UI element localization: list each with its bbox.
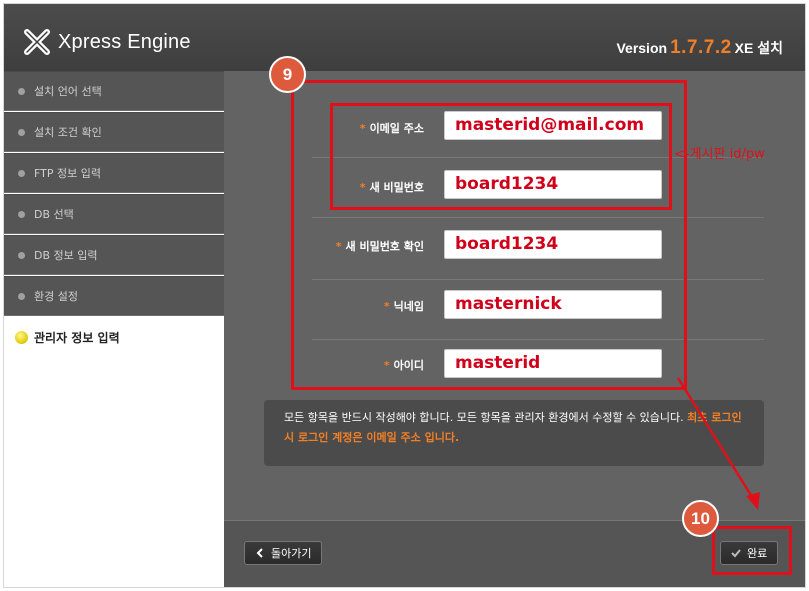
sidebar-item-settings[interactable]: 환경 설정	[4, 276, 224, 316]
step-sidebar: 설치 언어 선택 설치 조건 확인 FTP 정보 입력 DB 선택 DB 정보 …	[4, 71, 224, 357]
sidebar-item-label: 환경 설정	[34, 290, 78, 303]
sidebar-item-label: DB 선택	[34, 208, 74, 221]
back-button-label: 돌아가기	[271, 547, 312, 560]
sidebar-item-label: DB 정보 입력	[34, 249, 98, 262]
version-number: 1.7.7.2	[670, 37, 732, 58]
sidebar-item-db-info[interactable]: DB 정보 입력	[4, 235, 224, 275]
chevron-left-icon	[256, 548, 263, 558]
bullet-icon	[18, 169, 25, 177]
version-info: Version 1.7.7.2 XE 설치	[616, 37, 783, 59]
bullet-icon	[18, 292, 25, 300]
step-badge-10: 10	[682, 500, 719, 537]
annotation-credentials-box	[330, 103, 672, 210]
xe-logo: Xpress Engine	[24, 28, 191, 56]
sidebar-item-label: 설치 언어 선택	[34, 85, 102, 98]
version-prefix: Version	[616, 40, 668, 56]
annotation-done-box	[712, 526, 792, 575]
bullet-icon	[18, 210, 25, 218]
header: Xpress Engine Version 1.7.7.2 XE 설치	[4, 4, 805, 71]
app-name: Xpress Engine	[58, 30, 191, 53]
annotation-note: <-게시판 id/pw	[674, 147, 765, 162]
xe-logo-icon	[24, 29, 50, 55]
bullet-icon	[18, 251, 25, 259]
sidebar-item-requirements[interactable]: 설치 조건 확인	[4, 112, 224, 152]
sidebar-item-language[interactable]: 설치 언어 선택	[4, 71, 224, 111]
active-bullet-icon	[15, 330, 28, 344]
sidebar-item-ftp[interactable]: FTP 정보 입력	[4, 153, 224, 193]
version-suffix: XE 설치	[734, 40, 783, 56]
notice-text: 모든 항목을 반드시 작성해야 합니다. 모든 항목을 관리자 환경에서 수정할…	[284, 411, 684, 424]
sidebar-item-admin[interactable]: 관리자 정보 입력	[4, 317, 224, 357]
notice-box: 모든 항목을 반드시 작성해야 합니다. 모든 항목을 관리자 환경에서 수정할…	[264, 400, 764, 466]
sidebar-item-db-select[interactable]: DB 선택	[4, 194, 224, 234]
sidebar-item-label: 관리자 정보 입력	[34, 330, 120, 345]
back-button[interactable]: 돌아가기	[244, 541, 323, 565]
bullet-icon	[18, 128, 25, 136]
sidebar-item-label: 설치 조건 확인	[34, 126, 102, 139]
step-badge-9: 9	[269, 56, 306, 93]
sidebar-item-label: FTP 정보 입력	[34, 167, 101, 180]
bullet-icon	[18, 87, 25, 95]
